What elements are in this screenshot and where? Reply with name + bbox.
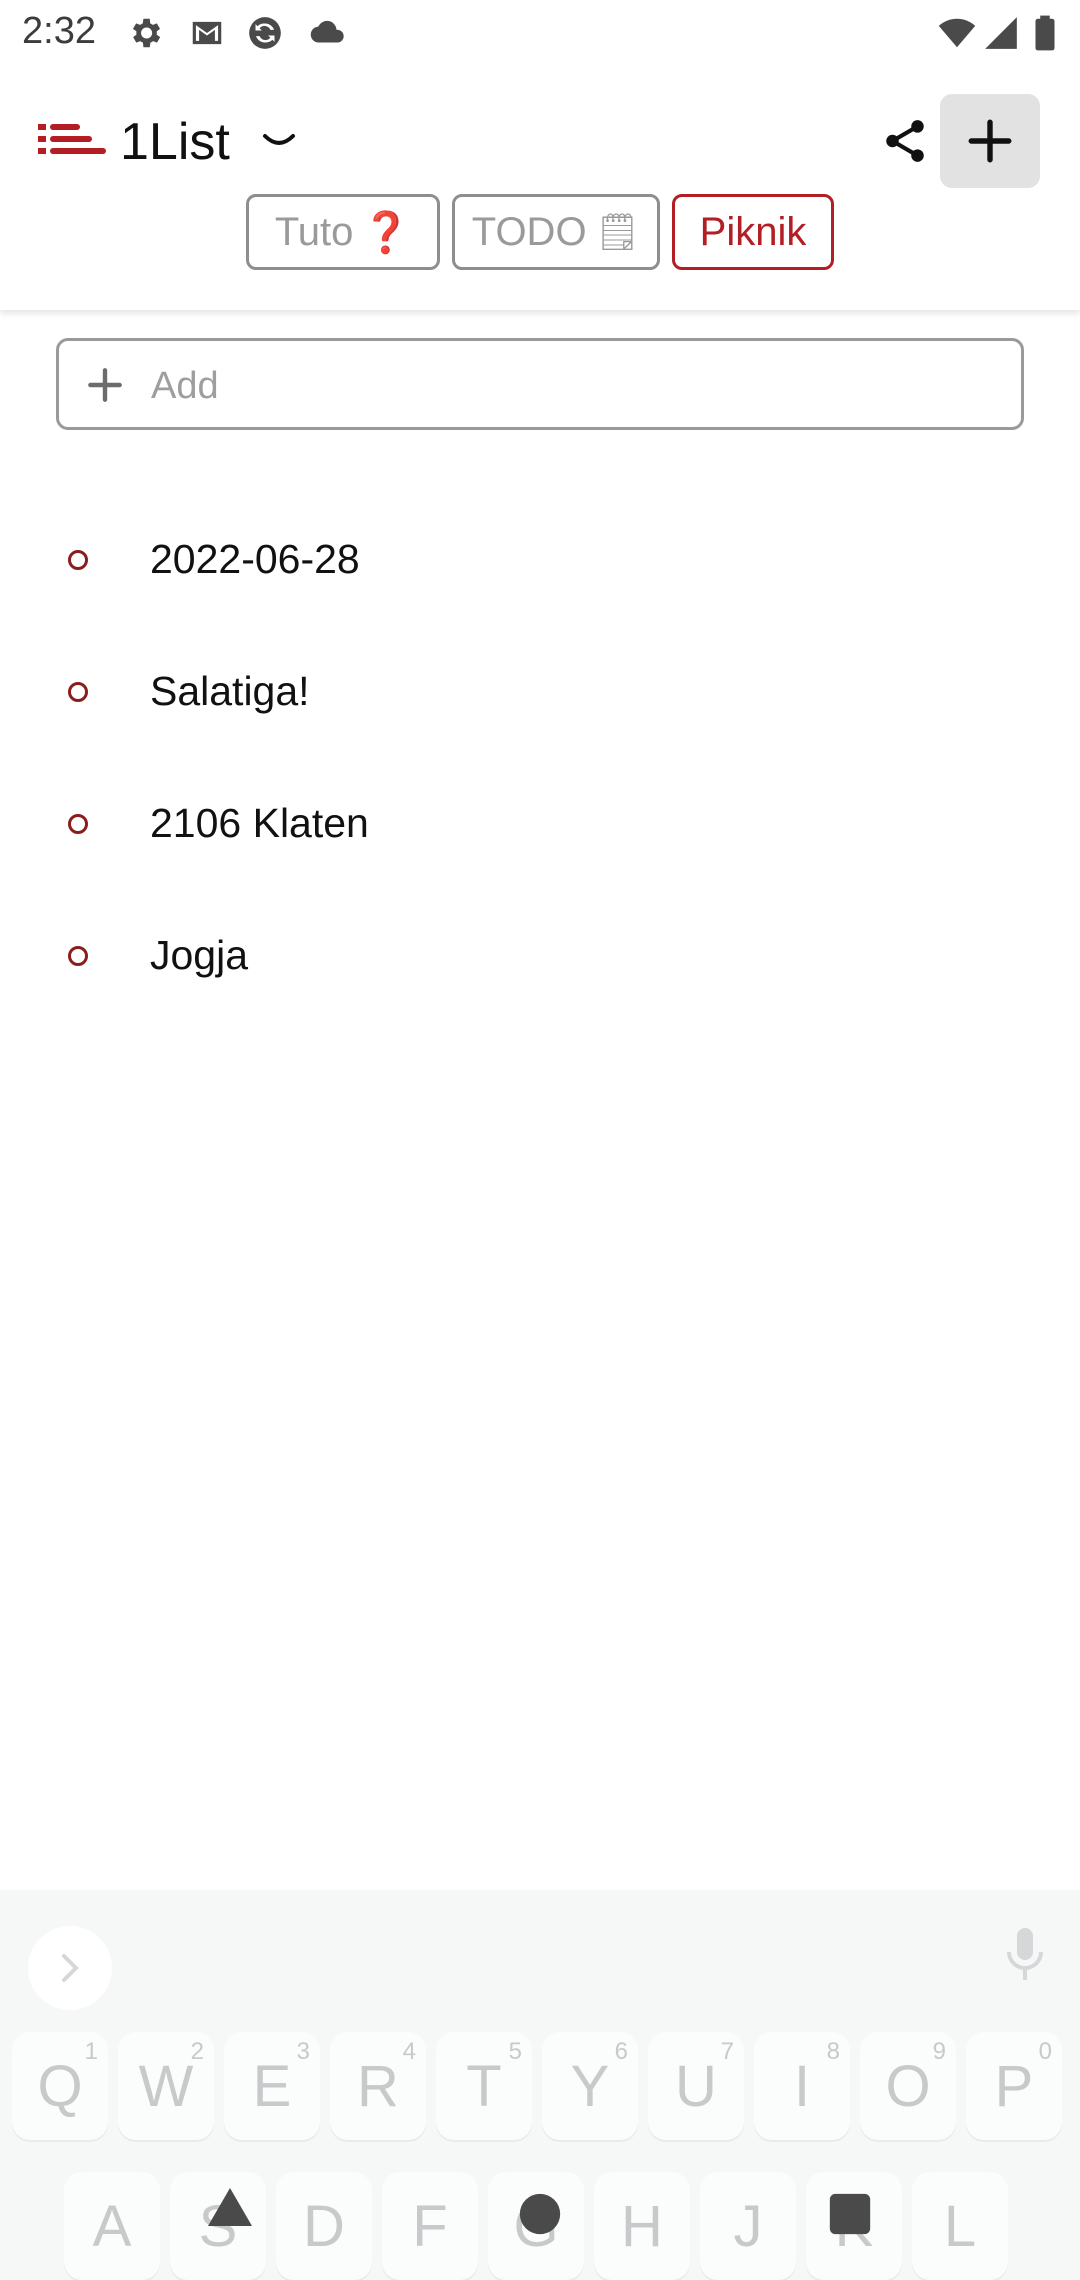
bullet-circle-icon[interactable]: [68, 682, 88, 702]
key-p[interactable]: P0: [966, 2032, 1062, 2140]
key-f[interactable]: F: [382, 2172, 478, 2280]
chevron-down-icon[interactable]: [262, 130, 296, 152]
list-item-text: 2106 Klaten: [150, 800, 369, 846]
list-item[interactable]: 2022-06-28: [0, 502, 1080, 622]
list-item-text: Jogja: [150, 932, 249, 978]
key-q[interactable]: Q1: [12, 2032, 108, 2140]
bullet-circle-icon[interactable]: [68, 814, 88, 834]
tab-label: Tuto: [274, 209, 354, 254]
list-item[interactable]: 2106 Klaten: [0, 766, 1080, 886]
add-item-field[interactable]: Add: [56, 338, 1024, 430]
list-item[interactable]: Salatiga!: [0, 634, 1080, 754]
add-icon: [968, 119, 1012, 163]
microphone-icon[interactable]: [1000, 1924, 1050, 1984]
plus-icon: [88, 368, 122, 402]
key-d[interactable]: D: [276, 2172, 372, 2280]
key-j[interactable]: J: [700, 2172, 796, 2280]
nav-recents-icon[interactable]: [828, 2192, 872, 2236]
key-e[interactable]: E3: [224, 2032, 320, 2140]
notepad-icon: 🗒: [594, 211, 641, 252]
chevron-right-icon: [62, 1954, 79, 1982]
key-o[interactable]: O9: [860, 2032, 956, 2140]
tab-label: TODO: [471, 209, 587, 254]
key-w[interactable]: W2: [118, 2032, 214, 2140]
share-icon[interactable]: [880, 116, 930, 166]
tab-todo[interactable]: TODO 🗒: [452, 194, 660, 270]
list-item-text: 2022-06-28: [150, 536, 360, 582]
nav-home-icon[interactable]: [518, 2192, 562, 2236]
settings-gear-icon: [132, 18, 161, 48]
add-item-placeholder: Add: [151, 365, 219, 407]
gmail-icon: [192, 21, 222, 45]
key-y[interactable]: Y6: [542, 2032, 638, 2140]
sync-app-icon: [249, 17, 281, 49]
nav-back-icon[interactable]: [206, 2186, 254, 2228]
status-bar: 2:32: [0, 0, 1080, 66]
list-item-text: Salatiga!: [150, 668, 310, 714]
status-time: 2:32: [22, 10, 96, 52]
key-r[interactable]: R4: [330, 2032, 426, 2140]
list-tabs: Tuto ❓ TODO 🗒 Piknik: [0, 194, 1080, 276]
key-h[interactable]: H: [594, 2172, 690, 2280]
list-item[interactable]: Jogja: [0, 898, 1080, 1018]
cloud-icon: [310, 20, 344, 43]
keyboard-expand-button[interactable]: [28, 1926, 112, 2010]
battery-icon: [1035, 15, 1055, 51]
key-a[interactable]: A: [64, 2172, 160, 2280]
tab-label: Piknik: [699, 209, 807, 254]
add-list-button[interactable]: [940, 94, 1040, 188]
key-u[interactable]: U7: [648, 2032, 744, 2140]
bullet-circle-icon[interactable]: [68, 946, 88, 966]
list-title[interactable]: 1List: [120, 112, 230, 172]
signal-icon: [985, 17, 1017, 49]
question-mark-icon: ❓: [361, 210, 412, 255]
app-logo-icon: [38, 124, 106, 154]
bullet-circle-icon[interactable]: [68, 550, 88, 570]
key-i[interactable]: I8: [754, 2032, 850, 2140]
key-l[interactable]: L: [912, 2172, 1008, 2280]
wifi-icon: [938, 18, 976, 48]
key-t[interactable]: T5: [436, 2032, 532, 2140]
tab-piknik[interactable]: Piknik: [672, 194, 834, 270]
tab-tuto[interactable]: Tuto ❓: [246, 194, 440, 270]
